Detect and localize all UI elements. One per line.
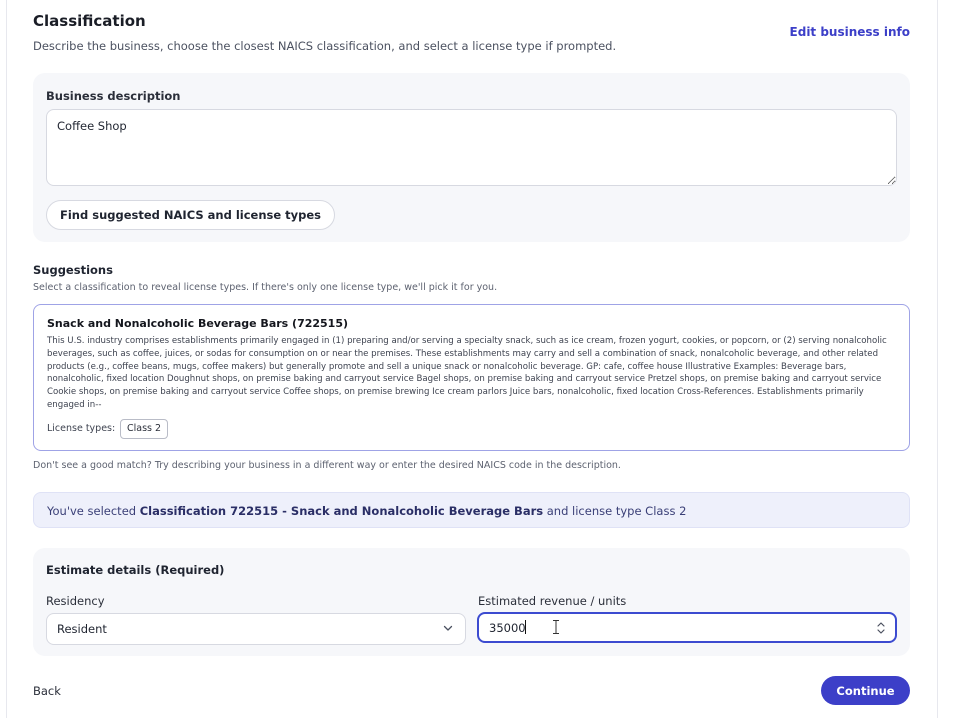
suggestion-description: This U.S. industry comprises establishme…: [47, 336, 887, 410]
selection-banner: You've selected Classification 722515 - …: [33, 492, 910, 528]
selection-classification: Classification 722515 - Snack and Nonalc…: [139, 504, 544, 518]
back-link[interactable]: Back: [33, 684, 61, 698]
residency-value: Resident: [57, 622, 107, 636]
business-description-textarea[interactable]: Coffee Shop: [46, 109, 897, 186]
business-description-label: Business description: [46, 89, 181, 103]
license-type-chip[interactable]: Class 2: [120, 419, 169, 439]
selection-prefix: You've selected: [47, 504, 140, 518]
edit-business-info-link[interactable]: Edit business info: [790, 25, 910, 39]
page-title: Classification: [33, 12, 146, 30]
estimate-details-card: Estimate details (Required) Residency Re…: [33, 548, 910, 656]
suggestion-name: Snack and Nonalcoholic Beverage Bars (72…: [47, 317, 349, 330]
no-match-hint: Don't see a good match? Try describing y…: [33, 460, 621, 471]
license-types-label: License types:: [47, 423, 116, 434]
revenue-input[interactable]: 35000: [477, 612, 897, 643]
number-spinner-icon[interactable]: [876, 620, 886, 636]
selection-suffix: and license type Class 2: [543, 504, 687, 518]
suggestions-title: Suggestions: [33, 263, 113, 277]
residency-label: Residency: [46, 594, 105, 608]
continue-button[interactable]: Continue: [821, 676, 910, 705]
suggestion-card[interactable]: Snack and Nonalcoholic Beverage Bars (72…: [33, 304, 910, 451]
suggestions-hint: Select a classification to reveal licens…: [33, 282, 498, 293]
business-description-card: Business description Coffee Shop Find su…: [33, 73, 910, 242]
text-cursor-icon: [553, 620, 559, 634]
text-caret: [525, 620, 526, 634]
residency-select[interactable]: Resident: [46, 613, 466, 645]
find-suggestions-button[interactable]: Find suggested NAICS and license types: [46, 200, 336, 230]
chevron-down-icon: [443, 625, 453, 631]
estimate-details-title: Estimate details (Required): [46, 563, 225, 577]
page-subtitle: Describe the business, choose the closes…: [33, 39, 617, 53]
revenue-value: 35000: [489, 621, 526, 635]
selection-text: You've selected Classification 722515 - …: [47, 504, 686, 518]
revenue-label: Estimated revenue / units: [478, 594, 627, 608]
